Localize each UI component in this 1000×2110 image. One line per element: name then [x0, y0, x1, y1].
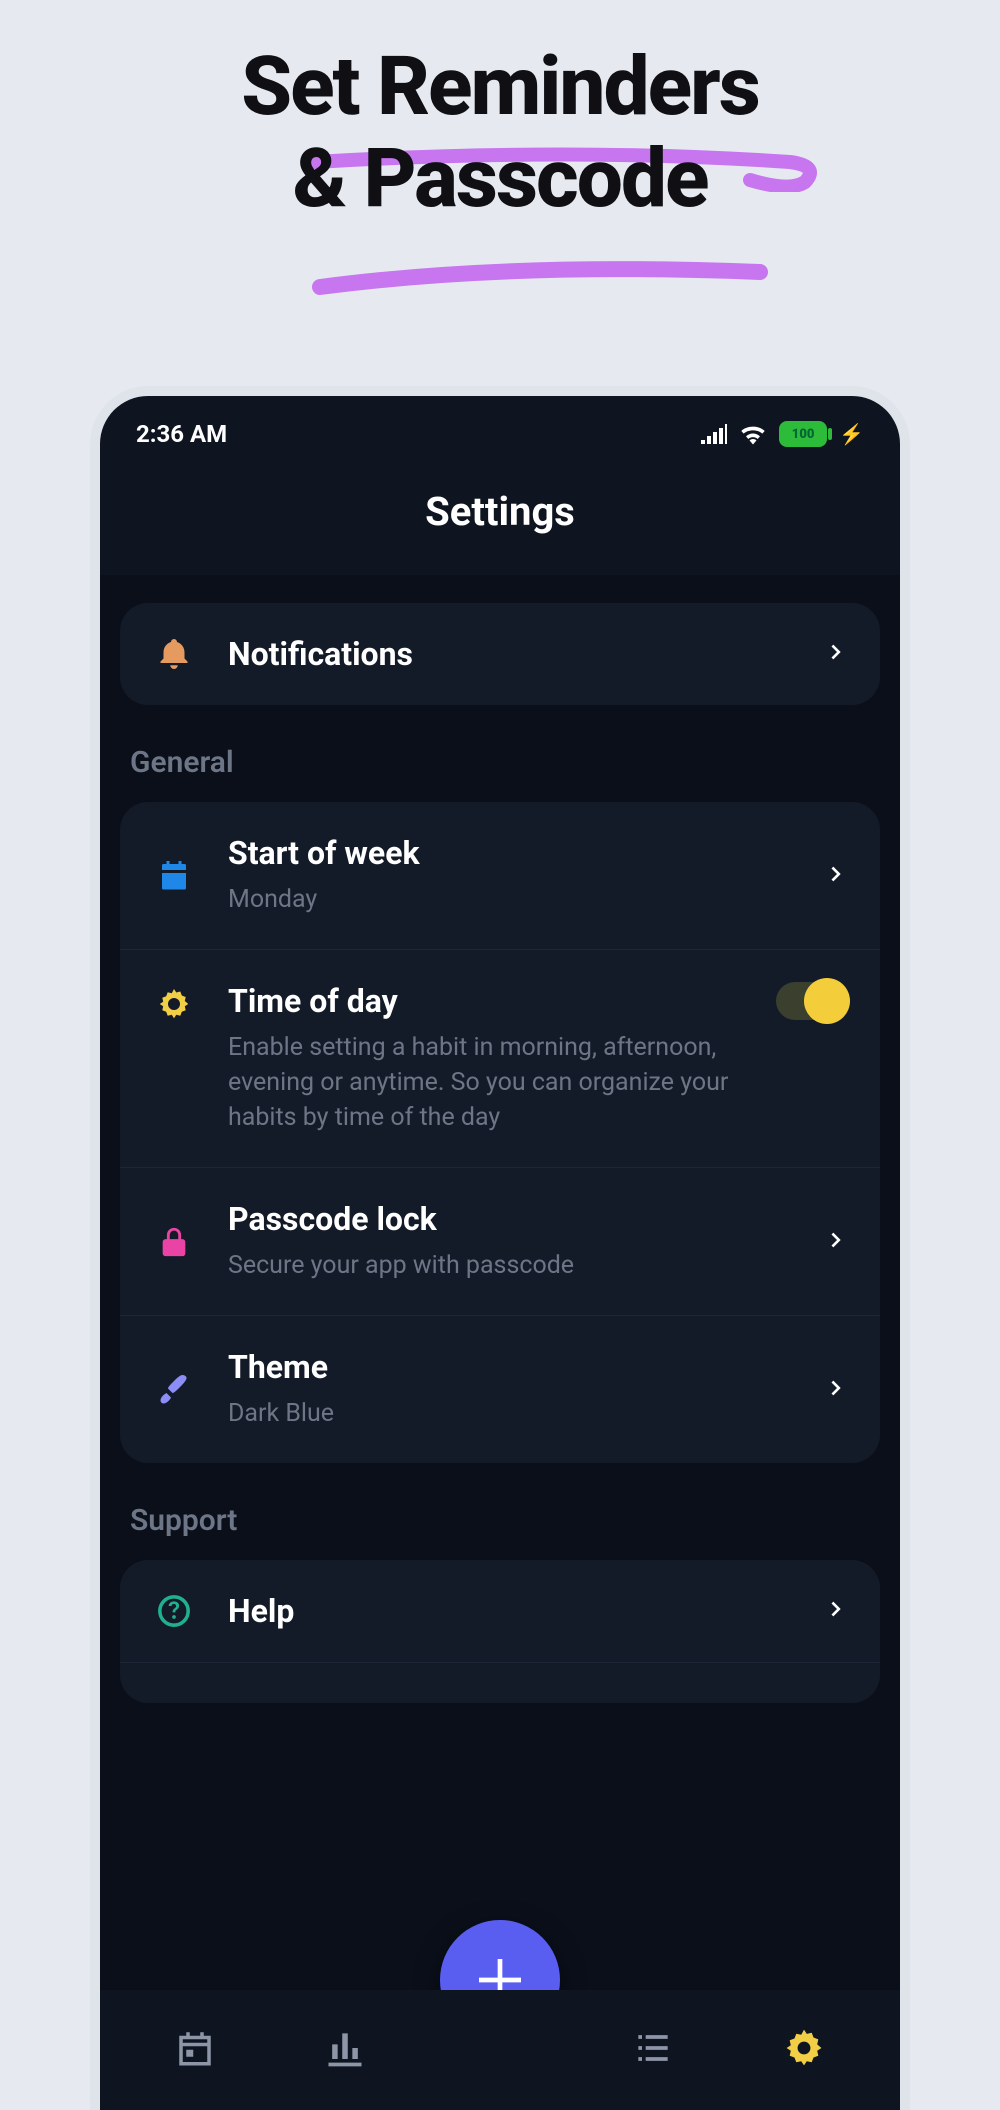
time-of-day-toggle[interactable]	[776, 982, 848, 1020]
support-row-partial[interactable]	[120, 1663, 880, 1703]
section-general-label: General	[120, 705, 880, 802]
chevron-right-icon	[826, 863, 848, 889]
calendar-icon	[152, 858, 196, 894]
nav-list-icon[interactable]	[631, 2026, 675, 2074]
chevron-right-icon	[826, 1598, 848, 1624]
battery-indicator: 100	[779, 421, 827, 447]
status-bar: 2:36 AM 100 ⚡	[100, 396, 900, 460]
passcode-row[interactable]: Passcode lock Secure your app with passc…	[120, 1168, 880, 1316]
wifi-icon	[739, 423, 767, 445]
passcode-title: Passcode lock	[228, 1200, 794, 1238]
page-title: Settings	[100, 460, 900, 575]
time-of-day-row[interactable]: Time of day Enable setting a habit in mo…	[120, 950, 880, 1168]
general-card: Start of week Monday Time of day Enable …	[120, 802, 880, 1463]
start-of-week-title: Start of week	[228, 834, 794, 872]
start-of-week-row[interactable]: Start of week Monday	[120, 802, 880, 950]
chevron-right-icon	[826, 641, 848, 667]
status-time: 2:36 AM	[136, 420, 227, 448]
promo-line2: & Passcode	[0, 134, 1000, 226]
promo-heading: Set Reminders & Passcode	[0, 0, 1000, 226]
support-card: Help	[120, 1560, 880, 1703]
section-support-label: Support	[120, 1463, 880, 1560]
time-of-day-title: Time of day	[228, 982, 744, 1020]
passcode-description: Secure your app with passcode	[228, 1248, 794, 1283]
nav-settings-icon[interactable]	[782, 2026, 826, 2074]
bell-icon	[152, 636, 196, 672]
charging-icon: ⚡	[839, 422, 864, 446]
underline-swoosh-2	[310, 252, 770, 302]
promo-line1: Set Reminders	[0, 42, 1000, 134]
lock-icon	[152, 1225, 196, 1259]
bottom-nav	[100, 1990, 900, 2110]
help-title: Help	[228, 1592, 794, 1630]
signal-icon	[701, 424, 727, 444]
nav-today-icon[interactable]	[174, 2027, 216, 2073]
theme-row[interactable]: Theme Dark Blue	[120, 1316, 880, 1463]
theme-title: Theme	[228, 1348, 794, 1386]
notifications-label: Notifications	[228, 635, 794, 673]
help-icon	[152, 1594, 196, 1628]
chevron-right-icon	[826, 1377, 848, 1403]
gear-icon	[152, 986, 196, 1022]
theme-value: Dark Blue	[228, 1396, 794, 1431]
time-of-day-description: Enable setting a habit in morning, after…	[228, 1030, 744, 1135]
start-of-week-value: Monday	[228, 882, 794, 917]
brush-icon	[152, 1372, 196, 1408]
chevron-right-icon	[826, 1229, 848, 1255]
notifications-card: Notifications	[120, 603, 880, 705]
notifications-row[interactable]: Notifications	[120, 603, 880, 705]
phone-frame: 2:36 AM 100 ⚡ Settings Notifications	[90, 386, 910, 2110]
toggle-knob	[804, 978, 850, 1024]
settings-content: Notifications General Start of week Mond…	[100, 575, 900, 2110]
status-indicators: 100 ⚡	[701, 421, 864, 447]
nav-stats-icon[interactable]	[323, 2026, 367, 2074]
help-row[interactable]: Help	[120, 1560, 880, 1663]
